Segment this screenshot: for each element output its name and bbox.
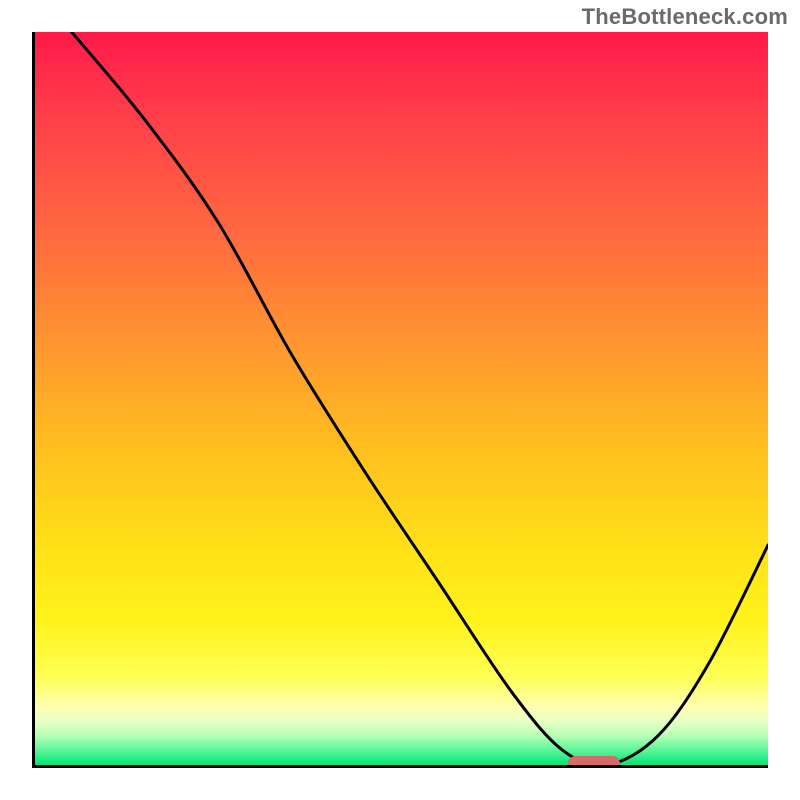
optimal-marker: [568, 756, 620, 768]
chart-canvas: TheBottleneck.com: [0, 0, 800, 800]
bottleneck-curve: [35, 32, 768, 765]
plot-area: [32, 32, 768, 768]
watermark-text: TheBottleneck.com: [582, 4, 788, 30]
